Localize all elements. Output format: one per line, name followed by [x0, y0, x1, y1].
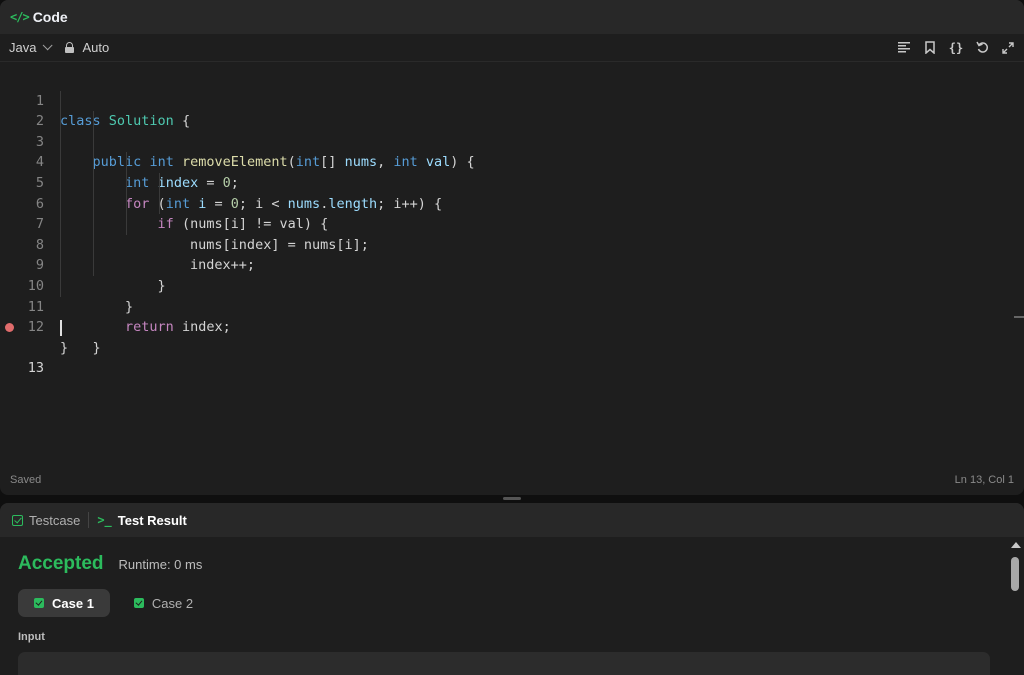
tab-label: Test Result	[117, 512, 187, 528]
code-text: }	[60, 339, 69, 356]
tab-label: Testcase	[29, 512, 81, 528]
reset-icon[interactable]	[975, 41, 989, 55]
result-scrollbar[interactable]	[1006, 540, 1024, 675]
tab-test-result[interactable]: >_ Test Result	[97, 513, 187, 528]
format-icon[interactable]	[897, 41, 911, 55]
code-line: 1 class Solution {	[0, 70, 1024, 130]
code-panel-header: </> Code	[0, 0, 1024, 34]
scroll-indicator[interactable]	[1014, 316, 1024, 318]
editor-statusbar: Saved Ln 13, Col 1	[0, 465, 1024, 495]
input-value-box	[18, 652, 990, 675]
code-line: 7 index++;	[0, 193, 1024, 273]
check-icon	[133, 598, 144, 608]
case-label: Case 1	[52, 595, 94, 611]
case-label: Case 2	[151, 595, 194, 611]
code-editor[interactable]: 1 class Solution { 2 public int removeEl…	[0, 70, 1024, 460]
tab-divider	[88, 512, 90, 528]
code-line: 6 nums[index] = nums[i];	[0, 172, 1024, 253]
code-line: 8 }	[0, 214, 1024, 294]
code-panel: </> Code Java Auto {} 1 class Solution {…	[0, 0, 1024, 495]
code-line: 12 }	[0, 297, 1024, 356]
line-number: 13	[27, 360, 44, 377]
bookmark-icon[interactable]	[923, 41, 937, 55]
scroll-thumb[interactable]	[1011, 557, 1019, 591]
code-line: 4 for (int i = 0; i < nums.length; i++) …	[0, 131, 1024, 212]
lock-icon	[65, 42, 75, 53]
editor-toolbar: Java Auto {}	[0, 34, 1024, 62]
auto-mode-label: Auto	[82, 40, 110, 55]
expand-icon[interactable]	[1001, 41, 1015, 55]
result-content: Accepted Runtime: 0 ms Case 1 Case 2 Inp…	[0, 553, 1024, 675]
language-select[interactable]: Java	[9, 40, 54, 55]
case-tabs: Case 1 Case 2	[18, 589, 1006, 617]
code-line: 5 if (nums[i] != val) {	[0, 152, 1024, 232]
text-cursor	[60, 320, 62, 337]
cursor-position: Ln 13, Col 1	[954, 474, 1014, 486]
chevron-down-icon	[43, 40, 54, 51]
input-label: Input	[18, 631, 45, 643]
code-line: 11 }	[0, 275, 1024, 356]
result-tabs: Testcase >_ Test Result	[0, 503, 1024, 537]
result-panel: Testcase >_ Test Result Accepted Runtime…	[0, 503, 1024, 675]
code-line: 3 int index = 0;	[0, 111, 1024, 191]
auto-mode[interactable]: Auto	[65, 40, 109, 55]
checkbox-icon	[12, 514, 23, 526]
language-label: Java	[9, 40, 37, 55]
case-1-button[interactable]: Case 1	[18, 589, 110, 617]
case-2-button[interactable]: Case 2	[118, 589, 209, 617]
code-line: 2 public int removeElement(int[] nums, i…	[0, 90, 1024, 170]
scroll-up-icon[interactable]	[1011, 542, 1021, 548]
check-icon	[34, 598, 44, 608]
code-line: 9 }	[0, 234, 1024, 315]
code-icon: </>	[10, 10, 30, 24]
panel-resize-handle[interactable]	[503, 497, 521, 500]
terminal-icon: >_	[97, 513, 112, 527]
tab-testcase[interactable]: Testcase	[12, 513, 80, 528]
save-status: Saved	[10, 474, 42, 486]
code-line: 13	[0, 317, 1024, 376]
code-panel-title: Code	[32, 9, 68, 25]
code-line: 10 return index;	[0, 255, 1024, 335]
result-status: Accepted	[18, 553, 104, 574]
braces-icon[interactable]: {}	[949, 41, 963, 55]
runtime-text: Runtime: 0 ms	[118, 557, 203, 572]
breakpoint-dot[interactable]	[5, 323, 14, 333]
